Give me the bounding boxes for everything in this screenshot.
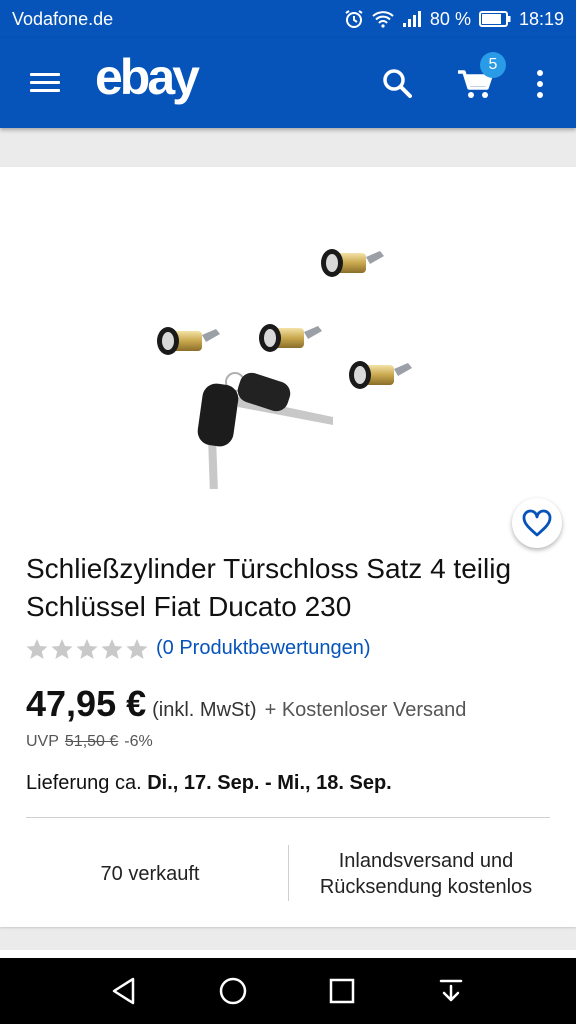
recents-button[interactable] (322, 971, 362, 1011)
uvp-row: UVP 51,50 € -6% (26, 733, 153, 751)
delivery-estimate: Lieferung ca. Di., 17. Sep. - Mi., 18. S… (26, 772, 392, 795)
home-button[interactable] (213, 971, 253, 1011)
back-icon (112, 977, 135, 1005)
star-icon (26, 638, 48, 659)
recents-icon (329, 978, 355, 1004)
divider (26, 817, 550, 818)
carrier-name: Vodafone.de (12, 8, 114, 29)
ebay-logo[interactable]: ebay (95, 48, 200, 106)
battery-icon (478, 11, 511, 27)
delivery-label: Lieferung ca. (26, 772, 142, 794)
home-icon (219, 977, 247, 1005)
rating-row: (0 Produktbewertungen) (26, 637, 371, 660)
search-button[interactable] (378, 64, 418, 104)
notifications-pull-button[interactable] (431, 971, 471, 1011)
overflow-icon-dot (537, 92, 543, 98)
heart-icon (522, 509, 552, 537)
star-icon (51, 638, 73, 659)
product-title: Schließzylinder Türschloss Satz 4 teilig… (26, 553, 512, 622)
clock: 18:19 (518, 8, 564, 29)
menu-icon-bar (30, 81, 60, 84)
watch-button[interactable] (512, 498, 562, 548)
reviews-link[interactable]: (0 Produktbewertungen) (156, 637, 371, 660)
star-icon (76, 638, 98, 659)
shipping-note: + Kostenloser Versand (264, 699, 467, 721)
overflow-menu-button[interactable] (528, 64, 552, 104)
sold-count: 70 verkauft (100, 862, 200, 885)
system-nav-bar (0, 958, 576, 1024)
price: 47,95 € (26, 683, 147, 724)
delivery-dates: Di., 17. Sep. - Mi., 18. Sep. (147, 772, 392, 794)
signal-icon (402, 10, 422, 28)
discount: -6% (124, 733, 153, 750)
overflow-icon (537, 70, 543, 76)
wifi-icon (372, 10, 394, 28)
menu-icon (30, 73, 60, 76)
vat-note: (inkl. MwSt) (152, 699, 257, 721)
uvp-price: 51,50 € (64, 733, 119, 750)
product-image[interactable] (140, 219, 440, 495)
battery-percent: 80 % (429, 8, 471, 29)
app-bar: ebay 5 (0, 38, 576, 128)
uvp-label: UVP (26, 733, 59, 750)
status-bar: Vodafone.de 80 % 18:19 (0, 0, 576, 38)
notifications-pull-icon (439, 979, 463, 1002)
star-icon (101, 638, 123, 659)
returns-line-2: Rücksendung kostenlos (319, 876, 533, 898)
product-card: Schließzylinder Türschloss Satz 4 teilig… (0, 167, 576, 927)
star-icon (126, 638, 148, 659)
menu-icon-bar (30, 89, 60, 92)
menu-button[interactable] (22, 66, 68, 100)
star-rating (26, 638, 148, 660)
alarm-icon (344, 9, 364, 29)
lock-cylinders-photo (157, 249, 412, 495)
vertical-divider (288, 845, 289, 901)
returns-line-1: Inlandsversand und (338, 850, 514, 872)
cart-count-badge: 5 (480, 52, 506, 78)
free-shipping-returns: Inlandsversand und Rücksendung kostenlos (296, 845, 556, 903)
overflow-icon-dot (537, 81, 543, 87)
price-row: 47,95 € (inkl. MwSt) + Kostenloser Versa… (26, 683, 466, 725)
search-icon (383, 69, 412, 98)
back-button[interactable] (104, 971, 144, 1011)
